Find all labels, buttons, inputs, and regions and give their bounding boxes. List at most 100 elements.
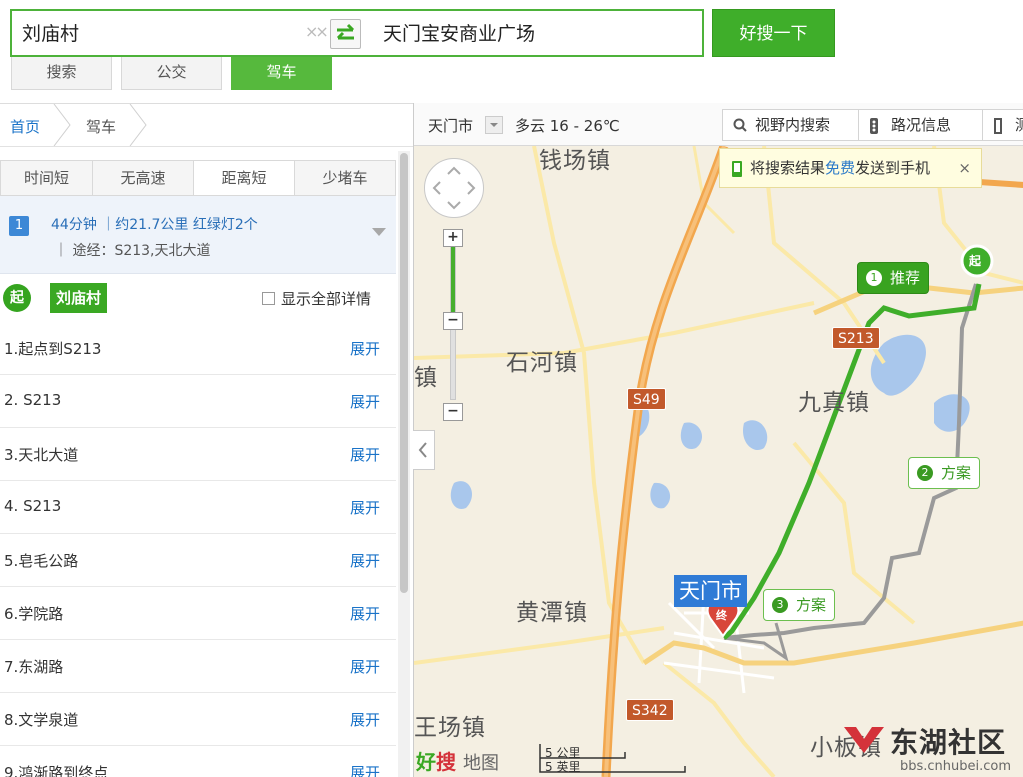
watermark-logo-icon — [844, 727, 884, 753]
map-search-page: 刘庙村 ×× 天门宝安商业广场 好搜一下 搜索 公交 驾车 首页 驾车 时间短 — [0, 0, 1023, 777]
logo-map-word: 地图 — [462, 753, 499, 774]
route-step: 4. S213 展开 — [0, 481, 396, 534]
expand-step-link[interactable]: 展开 — [350, 497, 380, 518]
route-summary[interactable]: 1 44分钟 ｜约21.7公里 红绿灯2个 ｜ 途经：S213,天北大道 — [0, 196, 396, 274]
start-marker-icon: 起 — [3, 284, 31, 312]
map-canvas[interactable] — [414, 103, 1023, 777]
expand-step-link[interactable]: 展开 — [350, 762, 380, 777]
origin-input[interactable]: 刘庙村 — [22, 21, 302, 47]
tab-no-highway[interactable]: 无高速 — [93, 161, 194, 195]
measure-button[interactable]: 测 — [982, 109, 1023, 141]
route-tag-number: 1 — [866, 270, 882, 286]
search-button[interactable]: 好搜一下 — [712, 9, 835, 57]
expand-step-link[interactable]: 展开 — [350, 391, 380, 412]
tab-drive[interactable]: 驾车 — [231, 57, 332, 90]
pan-arrows-icon — [432, 166, 476, 210]
route-tag-label: 方案 — [796, 596, 827, 614]
route-step: 3.天北大道 展开 — [0, 428, 396, 481]
search-header: 刘庙村 ×× 天门宝安商业广场 好搜一下 搜索 公交 驾车 — [0, 0, 1023, 103]
route-tag-alt-3[interactable]: 3 方案 — [763, 589, 836, 621]
expand-step-link[interactable]: 展开 — [350, 603, 380, 624]
end-marker-label: 终 — [716, 609, 727, 622]
start-marker-label: 起 — [969, 254, 982, 268]
expand-step-link[interactable]: 展开 — [350, 656, 380, 677]
route-step: 9.鸿渐路到终点 展开 — [0, 746, 396, 777]
route-step: 1.起点到S213 展开 — [0, 322, 396, 375]
route-search-box: 刘庙村 ×× 天门宝安商业广场 — [10, 9, 704, 57]
route-tag-label: 推荐 — [890, 269, 921, 287]
clear-origin-icon[interactable]: ×× — [305, 22, 329, 41]
route-step: 5.皂毛公路 展开 — [0, 534, 396, 587]
route-tag-alt-2[interactable]: 2 方案 — [908, 457, 981, 489]
destination-input[interactable]: 天门宝安商业广场 — [383, 21, 683, 47]
traffic-info-button[interactable]: 路况信息 — [858, 109, 983, 141]
route-step-text: 5.皂毛公路 — [4, 552, 79, 570]
city-label: 天门市 — [674, 575, 747, 607]
phone-icon — [732, 161, 742, 177]
chevron-down-icon[interactable] — [372, 228, 386, 236]
send-to-phone-tip[interactable]: 将搜索结果免费发送到手机 × — [719, 148, 982, 188]
route-index-badge: 1 — [9, 216, 29, 236]
route-step: 6.学院路 展开 — [0, 587, 396, 640]
start-point-name: 刘庙村 — [50, 283, 108, 313]
weather-info: 多云 16 - 26℃ — [515, 117, 620, 135]
tip-prefix: 将搜索结果 — [750, 159, 826, 177]
collapse-panel-button[interactable] — [413, 430, 435, 470]
logo-sou: 搜 — [436, 750, 456, 774]
breadcrumb-home-link[interactable]: 首页 — [10, 116, 40, 137]
route-tag-label: 方案 — [941, 464, 972, 482]
tab-bus[interactable]: 公交 — [121, 57, 222, 90]
measure-label: 测 — [1015, 116, 1023, 134]
start-point-row: 起 刘庙村 显示全部详情 — [0, 276, 396, 322]
show-all-details-checkbox[interactable] — [262, 292, 275, 305]
place-label: 王场镇 — [414, 715, 486, 741]
watermark-url: bbs.cnhubei.com — [900, 759, 1012, 774]
tab-shortest-distance[interactable]: 距离短 — [194, 161, 295, 195]
swap-arrows-icon — [336, 23, 355, 40]
road-badge: S49 — [627, 388, 666, 410]
tab-search[interactable]: 搜索 — [11, 57, 112, 90]
place-label: 黄潭镇 — [516, 600, 588, 626]
route-step: 8.文学泉道 展开 — [0, 693, 396, 746]
swap-direction-button[interactable] — [330, 19, 361, 49]
tip-suffix: 发送到手机 — [855, 159, 931, 177]
map-scale: 5 公里 5 英里 — [539, 744, 687, 774]
route-tag-recommended[interactable]: 1 推荐 — [857, 262, 930, 294]
route-step-text: 6.学院路 — [4, 605, 64, 623]
view-search-button[interactable]: 视野内搜索 — [722, 109, 859, 141]
route-step-text: 4. S213 — [4, 497, 62, 515]
route-step-text: 9.鸿渐路到终点 — [4, 764, 109, 777]
route-step-text: 7.东湖路 — [4, 658, 64, 676]
zoom-handle[interactable]: − — [443, 312, 463, 330]
close-icon[interactable]: × — [958, 149, 971, 187]
tab-shortest-time[interactable]: 时间短 — [1, 161, 93, 195]
panel-scrollbar[interactable] — [398, 151, 410, 777]
scrollbar-thumb[interactable] — [400, 153, 408, 593]
haosou-map-logo[interactable]: 好搜 地图 — [416, 746, 499, 775]
route-step-text: 1.起点到S213 — [4, 340, 102, 358]
place-label: 钱场镇 — [539, 148, 611, 174]
zoom-in-button[interactable]: + — [443, 229, 463, 247]
road-badge: S213 — [832, 327, 880, 349]
zoom-out-button[interactable]: − — [443, 403, 463, 421]
breadcrumb-current: 驾车 — [86, 118, 117, 136]
route-step: 2. S213 展开 — [0, 375, 396, 428]
pan-control[interactable] — [424, 158, 484, 218]
ruler-icon — [994, 118, 1002, 134]
expand-step-link[interactable]: 展开 — [350, 550, 380, 571]
tip-free[interactable]: 免费 — [825, 159, 855, 177]
traffic-light-icon — [870, 118, 878, 134]
place-label: 九真镇 — [798, 390, 870, 416]
expand-step-link[interactable]: 展开 — [350, 338, 380, 359]
route-tag-number: 2 — [917, 465, 933, 481]
view-search-label: 视野内搜索 — [755, 116, 831, 134]
show-all-details-label[interactable]: 显示全部详情 — [281, 288, 371, 309]
tab-less-traffic[interactable]: 少堵车 — [295, 161, 395, 195]
expand-step-link[interactable]: 展开 — [350, 444, 380, 465]
city-dropdown-icon[interactable] — [485, 116, 503, 134]
current-city[interactable]: 天门市 — [428, 115, 473, 136]
road-badge: S342 — [626, 699, 674, 721]
place-label: 镇 — [414, 365, 438, 391]
expand-step-link[interactable]: 展开 — [350, 709, 380, 730]
map-view[interactable]: 起 终 钱场镇 石河镇 九真镇 黄潭镇 王场镇 小板镇 镇 S213 S49 S… — [413, 103, 1023, 777]
